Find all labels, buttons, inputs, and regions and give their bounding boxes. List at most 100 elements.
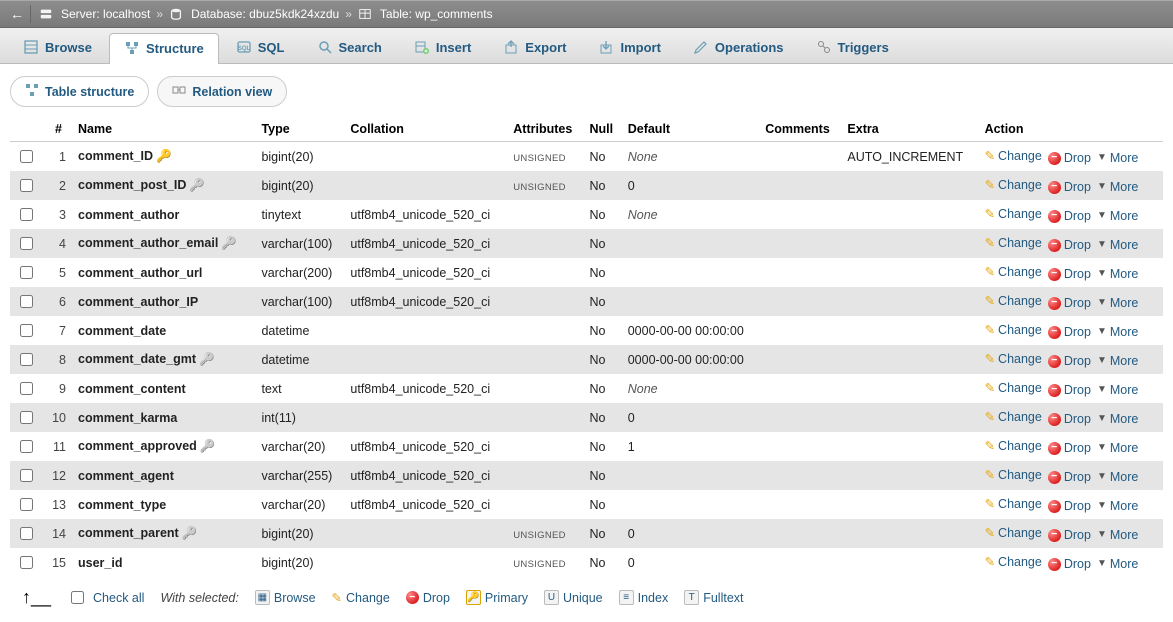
bulk-unique[interactable]: UUnique (544, 590, 603, 605)
bulk-browse[interactable]: ▦Browse (255, 590, 316, 605)
tab-search[interactable]: Search (302, 32, 397, 63)
row-checkbox[interactable] (20, 179, 33, 192)
row-checkbox[interactable] (20, 208, 33, 221)
bulk-primary[interactable]: 🔑Primary (466, 590, 528, 605)
bulk-drop[interactable]: −Drop (406, 591, 450, 605)
more-link[interactable]: ▼More (1097, 267, 1138, 281)
more-link[interactable]: ▼More (1097, 325, 1138, 339)
row-default (622, 461, 759, 490)
tab-export[interactable]: Export (488, 32, 581, 63)
drop-link[interactable]: −Drop (1048, 238, 1091, 252)
bulk-change[interactable]: ✎Change (332, 590, 390, 605)
drop-link[interactable]: −Drop (1048, 441, 1091, 455)
drop-link[interactable]: −Drop (1048, 354, 1091, 368)
drop-link[interactable]: −Drop (1048, 412, 1091, 426)
tab-triggers[interactable]: Triggers (801, 32, 904, 63)
breadcrumb-database[interactable]: Database: dbuz5kdk24xzdu (191, 7, 339, 21)
drop-link[interactable]: −Drop (1048, 557, 1091, 571)
change-link[interactable]: ✎Change (985, 496, 1042, 511)
row-checkbox[interactable] (20, 382, 33, 395)
tab-structure[interactable]: Structure (109, 33, 219, 64)
row-checkbox[interactable] (20, 498, 33, 511)
row-checkbox[interactable] (20, 556, 33, 569)
col-type[interactable]: Type (255, 117, 344, 142)
change-link[interactable]: ✎Change (985, 235, 1042, 250)
row-checkbox[interactable] (20, 237, 33, 250)
more-link[interactable]: ▼More (1097, 412, 1138, 426)
more-link[interactable]: ▼More (1097, 383, 1138, 397)
drop-link[interactable]: −Drop (1048, 499, 1091, 513)
col-collation[interactable]: Collation (344, 117, 507, 142)
row-checkbox[interactable] (20, 353, 33, 366)
tab-import[interactable]: Import (583, 32, 675, 63)
more-link[interactable]: ▼More (1097, 354, 1138, 368)
more-link[interactable]: ▼More (1097, 557, 1138, 571)
more-link[interactable]: ▼More (1097, 151, 1138, 165)
row-checkbox[interactable] (20, 440, 33, 453)
drop-link[interactable]: −Drop (1048, 296, 1091, 310)
change-link[interactable]: ✎Change (985, 206, 1042, 221)
col-num[interactable]: # (42, 117, 72, 142)
back-button[interactable]: ← (8, 5, 31, 23)
row-checkbox[interactable] (20, 411, 33, 424)
subtab-relation-view[interactable]: Relation view (157, 76, 287, 107)
more-link[interactable]: ▼More (1097, 296, 1138, 310)
more-link[interactable]: ▼More (1097, 238, 1138, 252)
col-attributes[interactable]: Attributes (507, 117, 583, 142)
tab-operations[interactable]: Operations (678, 32, 799, 63)
change-link[interactable]: ✎Change (985, 438, 1042, 453)
change-link[interactable]: ✎Change (985, 351, 1042, 366)
tab-insert[interactable]: Insert (399, 32, 486, 63)
change-link[interactable]: ✎Change (985, 380, 1042, 395)
change-link[interactable]: ✎Change (985, 177, 1042, 192)
more-link[interactable]: ▼More (1097, 441, 1138, 455)
col-comments[interactable]: Comments (759, 117, 841, 142)
drop-label: Drop (1064, 557, 1091, 571)
more-link[interactable]: ▼More (1097, 180, 1138, 194)
structure-icon (25, 83, 39, 100)
col-name[interactable]: Name (72, 117, 255, 142)
more-link[interactable]: ▼More (1097, 499, 1138, 513)
change-link[interactable]: ✎Change (985, 409, 1042, 424)
col-default[interactable]: Default (622, 117, 759, 142)
col-extra[interactable]: Extra (841, 117, 978, 142)
tab-sql[interactable]: SQL SQL (221, 32, 300, 63)
change-link[interactable]: ✎Change (985, 525, 1042, 540)
more-link[interactable]: ▼More (1097, 470, 1138, 484)
change-link[interactable]: ✎Change (985, 467, 1042, 482)
change-link[interactable]: ✎Change (985, 322, 1042, 337)
change-link[interactable]: ✎Change (985, 148, 1042, 163)
drop-link[interactable]: −Drop (1048, 180, 1091, 194)
bulk-fulltext[interactable]: TFulltext (684, 590, 743, 605)
subtab-table-structure[interactable]: Table structure (10, 76, 149, 107)
more-link[interactable]: ▼More (1097, 209, 1138, 223)
chevron-down-icon: ▼ (1097, 210, 1107, 221)
tab-browse[interactable]: Browse (8, 32, 107, 63)
breadcrumb-server[interactable]: Server: localhost (61, 7, 150, 21)
check-all-link[interactable]: Check all (93, 591, 144, 605)
change-link[interactable]: ✎Change (985, 293, 1042, 308)
change-link[interactable]: ✎Change (985, 554, 1042, 569)
drop-link[interactable]: −Drop (1048, 267, 1091, 281)
more-link[interactable]: ▼More (1097, 528, 1138, 542)
row-checkbox[interactable] (20, 295, 33, 308)
row-type: tinytext (255, 200, 344, 229)
drop-link[interactable]: −Drop (1048, 528, 1091, 542)
drop-link[interactable]: −Drop (1048, 325, 1091, 339)
col-null[interactable]: Null (584, 117, 622, 142)
drop-link[interactable]: −Drop (1048, 209, 1091, 223)
breadcrumb-table[interactable]: Table: wp_comments (380, 7, 493, 21)
check-all-checkbox[interactable] (71, 591, 84, 604)
drop-link[interactable]: −Drop (1048, 470, 1091, 484)
drop-icon: − (406, 591, 419, 604)
index-key-icon: 🔑 (221, 236, 237, 250)
bulk-index[interactable]: ≡Index (619, 590, 669, 605)
change-link[interactable]: ✎Change (985, 264, 1042, 279)
row-checkbox[interactable] (20, 150, 33, 163)
row-checkbox[interactable] (20, 324, 33, 337)
row-checkbox[interactable] (20, 266, 33, 279)
drop-link[interactable]: −Drop (1048, 383, 1091, 397)
row-checkbox[interactable] (20, 527, 33, 540)
drop-link[interactable]: −Drop (1048, 151, 1091, 165)
row-checkbox[interactable] (20, 469, 33, 482)
